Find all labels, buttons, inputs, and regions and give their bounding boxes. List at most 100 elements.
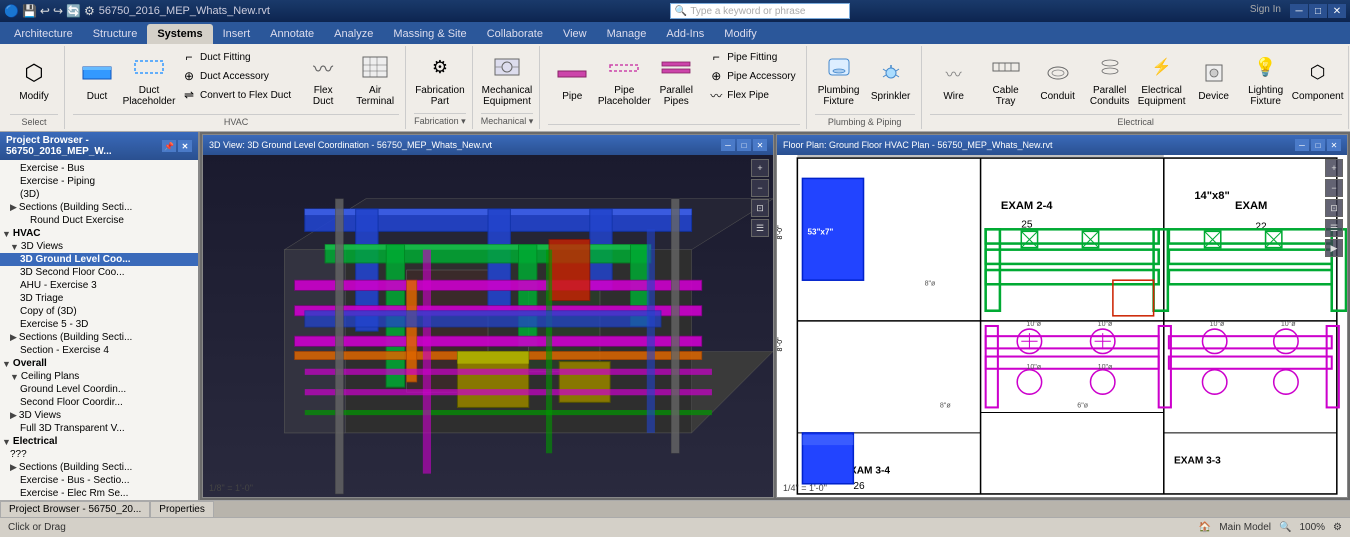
- qa-settings[interactable]: ⚙: [84, 4, 95, 18]
- tree-item-sections-elec[interactable]: ▶Sections (Building Secti...: [0, 461, 198, 474]
- tree-item-ex-bus-sec[interactable]: Exercise - Bus - Sectio...: [0, 474, 198, 487]
- view-plan-close[interactable]: ✕: [1327, 139, 1341, 151]
- app-menu-btn[interactable]: 🔵: [4, 4, 19, 18]
- convert-flex-btn[interactable]: ⇌ Convert to Flex Duct: [177, 86, 295, 104]
- view-3d-close[interactable]: ✕: [753, 139, 767, 151]
- view-content-3d[interactable]: + − ⊡ ☰ 1/8" = 1'-0": [203, 155, 773, 497]
- flex-pipe-btn[interactable]: 〰 Flex Pipe: [704, 86, 799, 104]
- tree-item-3dviews2[interactable]: ▶3D Views: [0, 409, 198, 422]
- tree-item-second-coord[interactable]: Second Floor Coordir...: [0, 396, 198, 409]
- pipe-placeholder-btn[interactable]: PipePlaceholder: [600, 48, 648, 110]
- fab-part-btn[interactable]: ⚙ FabricationPart: [416, 48, 464, 110]
- qa-sync[interactable]: 🔄: [66, 4, 81, 18]
- parallel-conduits-btn[interactable]: ParallelConduits: [1086, 48, 1134, 110]
- ribbon-section-mechanical: MechanicalEquipment Mechanical ▾: [475, 46, 541, 129]
- tab-annotate[interactable]: Annotate: [260, 24, 324, 44]
- qa-undo[interactable]: ↩: [40, 4, 50, 18]
- tab-analyze[interactable]: Analyze: [324, 24, 383, 44]
- tree-item-hvac[interactable]: ▼HVAC: [0, 227, 198, 240]
- view-3d-zoom-out[interactable]: −: [751, 179, 769, 197]
- tree-item-sections2[interactable]: ▶Sections (Building Secti...: [0, 331, 198, 344]
- close-panel-btn[interactable]: ✕: [178, 140, 192, 152]
- tree-item-section-ex4[interactable]: Section - Exercise 4: [0, 344, 198, 357]
- minimize-btn[interactable]: ─: [1290, 4, 1308, 18]
- tab-view[interactable]: View: [553, 24, 597, 44]
- view-plan-scroll-right[interactable]: ▶: [1325, 239, 1343, 257]
- tab-collaborate[interactable]: Collaborate: [477, 24, 553, 44]
- tab-properties[interactable]: Properties: [150, 501, 214, 517]
- duct-accessory-btn[interactable]: ⊕ Duct Accessory: [177, 67, 295, 85]
- sign-in-btn[interactable]: Sign In: [1250, 4, 1281, 18]
- duct-fitting-btn[interactable]: ⌐ Duct Fitting: [177, 48, 295, 66]
- tab-architecture[interactable]: Architecture: [4, 24, 83, 44]
- tree-item-exercise-bus[interactable]: Exercise - Bus: [0, 162, 198, 175]
- sprinkler-btn[interactable]: Sprinkler: [867, 48, 915, 110]
- tree-item-ceiling[interactable]: ▼Ceiling Plans: [0, 370, 198, 383]
- maximize-btn[interactable]: □: [1309, 4, 1327, 18]
- pipe-accessory-btn[interactable]: ⊕ Pipe Accessory: [704, 67, 799, 85]
- air-terminal-btn[interactable]: AirTerminal: [351, 48, 399, 110]
- plumbing-fixture-btn[interactable]: PlumbingFixture: [815, 48, 863, 110]
- view-3d-zoom-in[interactable]: +: [751, 159, 769, 177]
- lighting-btn[interactable]: 💡 LightingFixture: [1242, 48, 1290, 110]
- view-plan-fit[interactable]: ⊡: [1325, 199, 1343, 217]
- view-content-plan[interactable]: 53"x7" EXAM 2-4 25 14"x8" EXAM 22 EXAM 3…: [777, 155, 1347, 497]
- pipe-fitting-btn[interactable]: ⌐ Pipe Fitting: [704, 48, 799, 66]
- component-btn[interactable]: ⬡ Component: [1294, 48, 1342, 110]
- tree-item-overall[interactable]: ▼Overall: [0, 357, 198, 370]
- tree-item-full3d[interactable]: Full 3D Transparent V...: [0, 422, 198, 435]
- conduit-btn[interactable]: Conduit: [1034, 48, 1082, 110]
- tab-addins[interactable]: Add-Ins: [656, 24, 714, 44]
- duct-btn[interactable]: Duct: [73, 48, 121, 110]
- wire-btn[interactable]: 〰 Wire: [930, 48, 978, 110]
- view-3d-fit[interactable]: ⊡: [751, 199, 769, 217]
- tree-item-3d-second[interactable]: 3D Second Floor Coo...: [0, 266, 198, 279]
- tree-item-exercise-piping[interactable]: Exercise - Piping: [0, 175, 198, 188]
- view-3d-minimize[interactable]: ─: [721, 139, 735, 151]
- tab-systems[interactable]: Systems: [147, 24, 212, 44]
- modify-btn[interactable]: ⬡ Modify: [10, 48, 58, 110]
- tab-modify[interactable]: Modify: [714, 24, 766, 44]
- tree-item-3d-ground[interactable]: 3D Ground Level Coo...: [0, 253, 198, 266]
- view-3d-maximize[interactable]: □: [737, 139, 751, 151]
- pipe-btn[interactable]: Pipe: [548, 48, 596, 110]
- duct-placeholder-btn[interactable]: DuctPlaceholder: [125, 48, 173, 110]
- view-plan-settings[interactable]: ☰: [1325, 219, 1343, 237]
- pipe-placeholder-label: PipePlaceholder: [598, 85, 651, 107]
- view-plan-minimize[interactable]: ─: [1295, 139, 1309, 151]
- status-left: Click or Drag: [8, 522, 66, 533]
- tree-item-3d[interactable]: (3D): [0, 188, 198, 201]
- tab-insert[interactable]: Insert: [213, 24, 261, 44]
- tree-item-ahu[interactable]: AHU - Exercise 3: [0, 279, 198, 292]
- pin-btn[interactable]: 📌: [162, 140, 176, 152]
- device-btn[interactable]: Device: [1190, 48, 1238, 110]
- tree-item-sections[interactable]: ▶Sections (Building Secti...: [0, 201, 198, 214]
- tree-item-electrical[interactable]: ▼Electrical: [0, 435, 198, 448]
- view-plan-maximize[interactable]: □: [1311, 139, 1325, 151]
- tree-item-3d-views[interactable]: ▼3D Views: [0, 240, 198, 253]
- elec-equip-btn[interactable]: ⚡ ElectricalEquipment: [1138, 48, 1186, 110]
- tree-item-copy-3d[interactable]: Copy of (3D): [0, 305, 198, 318]
- view-3d-settings[interactable]: ☰: [751, 219, 769, 237]
- tree-item-elec-rm1[interactable]: Exercise - Elec Rm Se...: [0, 487, 198, 500]
- tab-manage[interactable]: Manage: [597, 24, 657, 44]
- close-btn[interactable]: ✕: [1328, 4, 1346, 18]
- tree-item-question[interactable]: ???: [0, 448, 198, 461]
- search-bar[interactable]: 🔍 Type a keyword or phrase: [670, 3, 850, 19]
- flex-duct-btn[interactable]: 〰 FlexDuct: [299, 48, 347, 110]
- component-icon: ⬡: [1302, 57, 1334, 89]
- view-plan-zoom-out[interactable]: −: [1325, 179, 1343, 197]
- parallel-pipes-btn[interactable]: ParallelPipes: [652, 48, 700, 110]
- tree-item-exercise5[interactable]: Exercise 5 - 3D: [0, 318, 198, 331]
- tab-project-browser[interactable]: Project Browser - 56750_20...: [0, 501, 150, 517]
- qa-save[interactable]: 💾: [22, 4, 37, 18]
- tab-structure[interactable]: Structure: [83, 24, 148, 44]
- tree-item-3d-triage[interactable]: 3D Triage: [0, 292, 198, 305]
- qa-redo[interactable]: ↪: [53, 4, 63, 18]
- cable-tray-btn[interactable]: CableTray: [982, 48, 1030, 110]
- tree-item-round-duct[interactable]: Round Duct Exercise: [0, 214, 198, 227]
- view-plan-zoom-in[interactable]: +: [1325, 159, 1343, 177]
- tab-massing[interactable]: Massing & Site: [383, 24, 476, 44]
- tree-item-ground-coord[interactable]: Ground Level Coordin...: [0, 383, 198, 396]
- mech-equip-btn[interactable]: MechanicalEquipment: [483, 48, 531, 110]
